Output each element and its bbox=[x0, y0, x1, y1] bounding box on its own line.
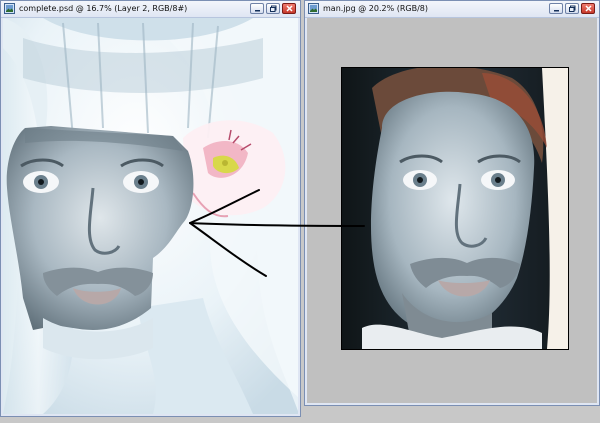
window-title: man.jpg @ 20.2% (RGB/8) bbox=[323, 4, 429, 13]
close-icon bbox=[285, 5, 293, 12]
window-title: complete.psd @ 16.7% (Layer 2, RGB/8#) bbox=[19, 4, 188, 13]
window-controls bbox=[549, 3, 595, 14]
image-document-icon bbox=[308, 3, 319, 14]
image-document-icon bbox=[4, 3, 15, 14]
restore-icon bbox=[568, 5, 575, 12]
man-portrait-image bbox=[342, 68, 568, 349]
minimize-icon bbox=[254, 10, 260, 12]
restore-icon bbox=[269, 5, 276, 12]
close-button[interactable] bbox=[282, 3, 296, 14]
arrow-icon bbox=[189, 189, 365, 277]
minimize-icon bbox=[553, 10, 559, 12]
restore-button[interactable] bbox=[266, 3, 280, 14]
window-controls bbox=[250, 3, 296, 14]
minimize-button[interactable] bbox=[250, 3, 264, 14]
document-titlebar[interactable]: complete.psd @ 16.7% (Layer 2, RGB/8#) bbox=[1, 1, 300, 18]
document-titlebar[interactable]: man.jpg @ 20.2% (RGB/8) bbox=[305, 1, 599, 18]
restore-button[interactable] bbox=[565, 3, 579, 14]
minimize-button[interactable] bbox=[549, 3, 563, 14]
close-icon bbox=[584, 5, 592, 12]
close-button[interactable] bbox=[581, 3, 595, 14]
